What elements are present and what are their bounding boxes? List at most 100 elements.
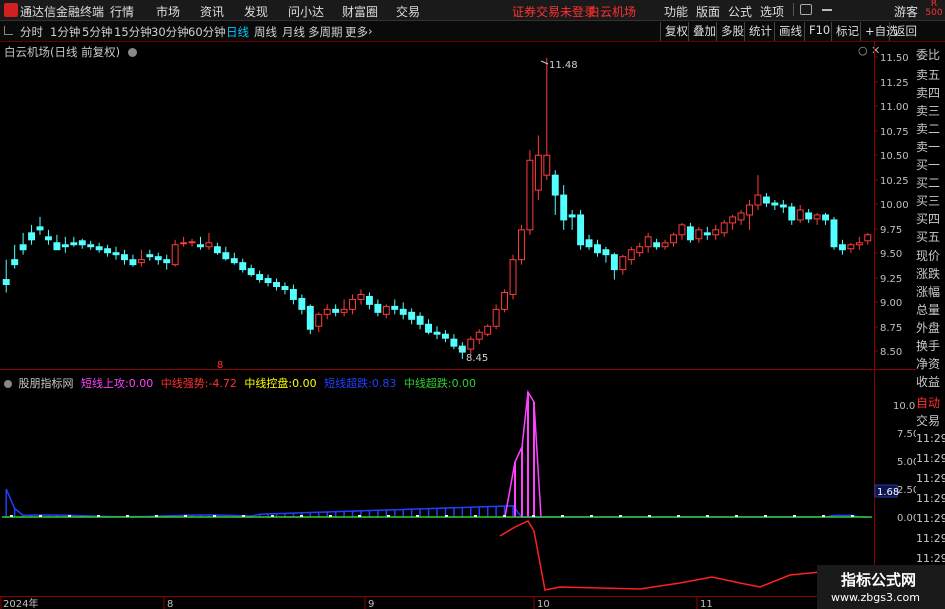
price-tick: 11.25 [880, 78, 909, 89]
side-change: 涨跌 [916, 267, 941, 281]
field-label: 中线控盘: [244, 377, 293, 390]
candle-down [332, 308, 340, 313]
price-tick: 9.25 [880, 274, 902, 285]
ind-tick: 0.00 [897, 513, 916, 524]
candle-up [796, 209, 804, 221]
candle-up [813, 214, 821, 220]
menu-shichang[interactable]: 市场 [156, 3, 180, 20]
side-trade[interactable]: 交易 [916, 412, 945, 429]
menu-banmian[interactable]: 版面 [696, 3, 720, 20]
candle-down [230, 258, 238, 264]
price-tick: 9.00 [880, 298, 902, 309]
period-30min[interactable]: 30分钟 [151, 24, 189, 40]
candle-down [822, 214, 830, 221]
field-label: 短线上攻: [81, 377, 129, 390]
period-monthly[interactable]: 月线 [282, 24, 305, 40]
chevron-right-icon[interactable]: › [368, 24, 373, 38]
candle-down [298, 297, 306, 310]
candle-down [213, 246, 221, 254]
candle-up [171, 244, 179, 266]
candle-down [610, 254, 618, 271]
candle-up [737, 212, 745, 221]
price-tick: 10.75 [880, 127, 909, 138]
candle-down [36, 226, 44, 231]
btn-huaxian[interactable]: 画线 [774, 22, 806, 41]
side-auto[interactable]: 自动 [916, 394, 945, 411]
side-buy5: 买五 [916, 230, 941, 244]
guest-label[interactable]: 游客 [894, 3, 918, 20]
candle-up [492, 308, 500, 327]
candle-up [864, 234, 872, 242]
candle-up [855, 242, 863, 246]
signal-dot [445, 515, 448, 517]
price-tick: 9.50 [880, 249, 902, 260]
level-badge: R 500 [923, 0, 945, 20]
indicator-plot [2, 389, 873, 591]
candle-down [70, 242, 78, 246]
period-daily[interactable]: 日线 [226, 24, 249, 40]
price-axis: 11.50 11.25 11.00 10.75 10.50 10.25 10.0… [880, 53, 909, 358]
watermark: 指标公式网 www.zbgs3.com [817, 565, 945, 609]
period-1min[interactable]: 1分钟 [50, 24, 80, 40]
candle-up [340, 308, 348, 313]
signal-dot [648, 515, 651, 517]
candle-down [653, 242, 661, 248]
broker-status[interactable]: 证券交易未登录 [512, 3, 596, 20]
btn-biaoji[interactable]: 标记 [831, 22, 863, 41]
field-value: 0.00 [451, 377, 477, 390]
candle-down [306, 305, 314, 330]
menu-hangqing[interactable]: 行情 [110, 3, 134, 20]
btn-fanhui[interactable]: 返回 [889, 22, 921, 41]
candle-down [686, 226, 694, 241]
period-15min[interactable]: 15分钟 [114, 24, 152, 40]
side-time: 11:29 [916, 552, 945, 565]
minimize-icon[interactable] [822, 9, 832, 11]
signal-dot [39, 515, 42, 517]
side-turnover: 换手 [916, 339, 941, 353]
period-5min[interactable]: 5分钟 [82, 24, 112, 40]
menu-xuanxiang[interactable]: 选项 [760, 3, 784, 20]
signal-dot [10, 515, 13, 517]
field-label: 短线超跌: [324, 377, 372, 390]
price-tick: 11.00 [880, 102, 909, 113]
menu-jiaoyi[interactable]: 交易 [396, 3, 420, 20]
side-buy1: 买一 [916, 158, 941, 172]
time-label: 8 [167, 599, 173, 609]
candle-down [425, 323, 433, 333]
price-tick: 9.75 [880, 225, 902, 236]
menu-caifuquan[interactable]: 财富圈 [342, 3, 378, 20]
period-60min[interactable]: 60分钟 [188, 24, 226, 40]
signal-dot [822, 515, 825, 517]
candle-down [551, 174, 559, 196]
candle-up [619, 256, 627, 271]
candle-down [78, 240, 86, 246]
menu-wenxiaoda[interactable]: 问小达 [288, 3, 324, 20]
indicator-settings-icon[interactable] [4, 380, 12, 388]
candle-down [560, 194, 568, 221]
field-value: 0.00 [292, 377, 317, 390]
side-sell5: 卖五 [916, 68, 941, 82]
period-fenshi[interactable]: 分时 [20, 24, 43, 40]
btn-tongji[interactable]: 统计 [744, 22, 776, 41]
signal-dot [735, 515, 738, 517]
side-price: 现价 [916, 249, 941, 263]
candle-up [526, 159, 534, 231]
menu-gongneng[interactable]: 功能 [664, 3, 688, 20]
signal-dot [300, 515, 303, 517]
menu-zixun[interactable]: 资讯 [200, 3, 224, 20]
signal-dot [851, 515, 854, 517]
signal-dot [213, 515, 216, 517]
candle-down [256, 274, 264, 281]
candle-up [315, 313, 323, 327]
menu-faxian[interactable]: 发现 [244, 3, 268, 20]
period-weekly[interactable]: 周线 [254, 24, 277, 40]
candle-down [104, 248, 112, 254]
period-multi[interactable]: 多周期 [308, 24, 343, 40]
message-icon[interactable] [800, 4, 812, 15]
candle-down [61, 244, 69, 248]
side-outer: 外盘 [916, 321, 941, 335]
period-more[interactable]: 更多 [345, 24, 368, 40]
btn-f10[interactable]: F10 [804, 22, 834, 41]
menu-gongshi[interactable]: 公式 [728, 3, 752, 20]
candle-up [627, 249, 635, 261]
